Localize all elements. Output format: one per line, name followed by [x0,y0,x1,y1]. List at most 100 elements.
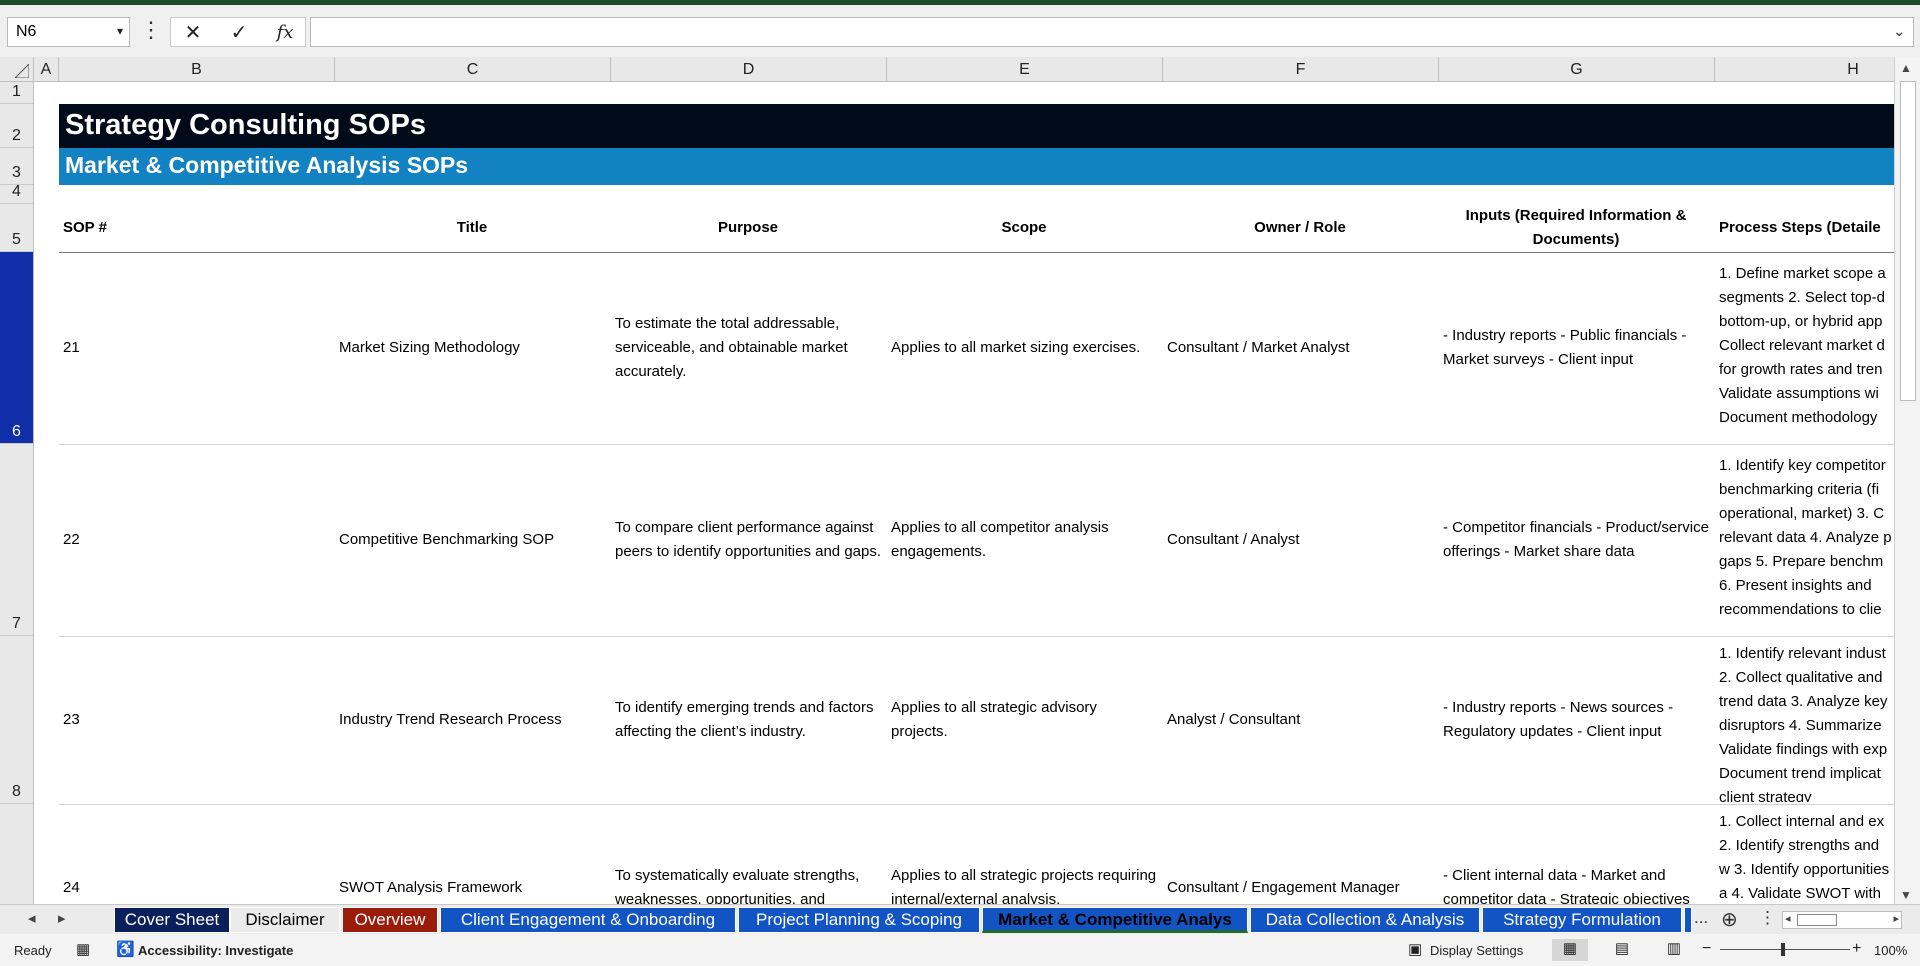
tab-overview[interactable]: Overview [342,907,438,933]
column-header-g[interactable]: G [1439,57,1715,82]
scroll-down-icon[interactable]: ▼ [1900,888,1912,902]
column-header-f[interactable]: F [1163,57,1439,82]
zoom-level[interactable]: 100% [1874,943,1907,958]
tab-options-icon[interactable]: ⋮ [1759,908,1776,928]
zoom-slider-thumb[interactable] [1781,943,1785,956]
cell-inputs[interactable]: - Competitor financials - Product/servic… [1443,444,1709,636]
worksheet-grid[interactable]: Strategy Consulting SOPs Market & Compet… [34,82,1894,904]
name-box-value: N6 [16,23,37,40]
cell-inputs[interactable]: - Industry reports - Public financials -… [1443,252,1709,444]
macro-recording-icon[interactable]: ▦ [76,940,90,958]
horizontal-scrollbar-thumb[interactable] [1797,914,1837,926]
tab-strategy-formulation[interactable]: Strategy Formulation [1482,907,1682,933]
cell-owner[interactable]: Consultant / Market Analyst [1167,252,1433,444]
row-header-6[interactable]: 6 [0,252,33,444]
row-header-5[interactable]: 5 [0,204,33,252]
status-ready: Ready [14,943,52,958]
normal-view-button[interactable]: ▦ [1552,939,1588,961]
cell-purpose[interactable]: To identify emerging trends and factors … [615,636,881,804]
column-header-d[interactable]: D [611,57,887,82]
tab-project-planning[interactable]: Project Planning & Scoping [738,907,980,933]
cell-inputs[interactable]: - Client internal data - Market and comp… [1443,804,1709,904]
row-header-8[interactable]: 8 [0,636,33,804]
cell-scope[interactable]: Applies to all competitor analysis engag… [891,444,1157,636]
row-header-7[interactable]: 7 [0,444,33,636]
row-header-3[interactable]: 3 [0,148,33,185]
row-header-9[interactable] [0,804,33,904]
cell-process-steps[interactable]: 1. Collect internal and ex 2. Identify s… [1719,810,1894,904]
zoom-out-button[interactable]: − [1702,940,1711,958]
tab-disclaimer[interactable]: Disclaimer [230,907,340,933]
enter-icon[interactable]: ✓ [221,20,257,46]
display-settings-button[interactable]: Display Settings [1430,943,1523,958]
cell-owner[interactable]: Consultant / Analyst [1167,444,1433,636]
vertical-scrollbar[interactable]: ▲ ▼ [1894,57,1920,904]
formula-input[interactable]: ⌄ [310,17,1914,47]
chevron-down-icon[interactable]: ▾ [117,24,123,38]
cell-sop-number[interactable]: 22 [63,444,323,636]
cell-process-steps[interactable]: 1. Identify relevant indust 2. Collect q… [1719,642,1894,802]
cell-title[interactable]: Market Sizing Methodology [339,252,605,444]
tab-data-collection[interactable]: Data Collection & Analysis [1250,907,1480,933]
scroll-up-icon[interactable]: ▲ [1900,61,1912,75]
sheet-title: Strategy Consulting SOPs [59,104,1894,148]
tab-scroll-left-icon[interactable]: ◂ [28,909,36,927]
cancel-icon[interactable]: ✕ [175,20,211,46]
column-header-h[interactable]: H [1715,57,1920,82]
chevron-down-icon[interactable]: ⌄ [1893,23,1905,40]
cell-title[interactable]: SWOT Analysis Framework [339,804,605,904]
cell-scope[interactable]: Applies to all strategic projects requir… [891,804,1157,904]
header-scope: Scope [1001,219,1047,236]
column-header-e[interactable]: E [887,57,1163,82]
row-header-1[interactable]: 1 [0,82,33,104]
page-layout-view-button[interactable]: ▤ [1604,939,1640,961]
accessibility-icon[interactable]: ♿ [116,940,135,958]
normal-view-icon: ▦ [1562,940,1578,957]
cell-purpose[interactable]: To estimate the total addressable, servi… [615,252,881,444]
accessibility-status[interactable]: Accessibility: Investigate [138,943,293,958]
tab-scroll-right-icon[interactable]: ▸ [58,909,66,927]
column-header-a[interactable]: A [34,57,59,82]
tab-cover-sheet[interactable]: Cover Sheet [114,907,230,933]
tab-client-engagement[interactable]: Client Engagement & Onboarding [440,907,736,933]
header-inputs: Inputs (Required Information & Documents… [1465,207,1687,248]
row-header-2[interactable]: 2 [0,104,33,148]
column-headers: A B C D E F G H [0,57,1920,82]
column-header-b[interactable]: B [59,57,335,82]
cell-owner[interactable]: Consultant / Engagement Manager [1167,804,1433,904]
tab-partial[interactable] [1684,907,1692,933]
more-tabs-button[interactable]: ... [1694,908,1708,928]
page-break-view-button[interactable]: ▥ [1656,939,1692,961]
header-process-steps: Process Steps (Detaile [1719,219,1881,236]
tab-market-competitive-analysis[interactable]: Market & Competitive Analys [982,907,1248,933]
add-sheet-icon[interactable]: ⊕ [1721,907,1738,932]
cell-scope[interactable]: Applies to all market sizing exercises. [891,252,1161,444]
cell-title[interactable]: Competitive Benchmarking SOP [339,444,605,636]
sheet-subtitle: Market & Competitive Analysis SOPs [59,148,1894,185]
row-header-4[interactable]: 4 [0,183,33,204]
scrollbar-thumb[interactable] [1900,81,1916,401]
cell-sop-number[interactable]: 23 [63,636,323,804]
zoom-slider[interactable] [1720,949,1850,950]
cell-scope[interactable]: Applies to all strategic advisory projec… [891,636,1157,804]
column-header-c[interactable]: C [335,57,611,82]
cell-sop-number[interactable]: 21 [63,252,323,444]
cell-process-steps[interactable]: 1. Define market scope a segments 2. Sel… [1719,262,1894,434]
horizontal-scrollbar[interactable]: ◂ ▸ [1782,911,1902,929]
cell-owner[interactable]: Analyst / Consultant [1167,636,1433,804]
header-title: Title [456,219,488,236]
zoom-in-button[interactable]: + [1852,940,1861,958]
cell-purpose[interactable]: To systematically evaluate strengths, we… [615,804,881,904]
row-headers: 1 2 3 4 5 6 7 8 [0,82,34,904]
display-settings-icon[interactable]: ▣ [1408,940,1422,958]
name-box[interactable]: N6 ▾ [7,17,130,47]
header-sop-number: SOP # [63,219,107,236]
cell-inputs[interactable]: - Industry reports - News sources - Regu… [1443,636,1709,804]
insert-function-icon[interactable]: fx [267,20,303,46]
select-all-button[interactable] [0,57,34,82]
cell-title[interactable]: Industry Trend Research Process [339,636,605,804]
cell-sop-number[interactable]: 24 [63,804,323,904]
cell-process-steps[interactable]: 1. Identify key competitor benchmarking … [1719,454,1894,626]
more-options-icon[interactable]: ⋮ [140,19,162,41]
cell-purpose[interactable]: To compare client performance against pe… [615,444,881,636]
